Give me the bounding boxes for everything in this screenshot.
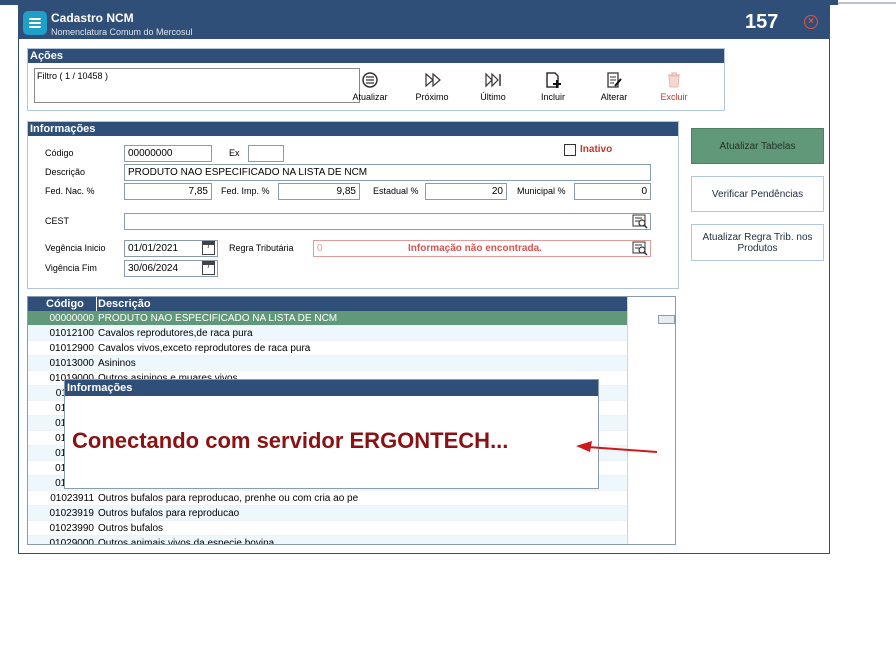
cell-codigo: 01012900 xyxy=(49,343,95,354)
cell-codigo: 01029000 xyxy=(49,538,95,545)
cell-descricao: Cavalos vivos,exceto reprodutores de rac… xyxy=(98,343,311,354)
add-document-icon xyxy=(546,72,561,88)
cell-codigo: 01013000 xyxy=(49,358,95,369)
cell-descricao: Outros bufalos para reproducao xyxy=(98,508,240,519)
regra-tributaria-label: Regra Tributária xyxy=(229,243,294,253)
refresh-icon xyxy=(362,72,378,88)
info-popup: Informações Conectando com servidor ERGO… xyxy=(64,379,599,489)
fed-nac-label: Fed. Nac. % xyxy=(45,186,95,196)
inativo-label: Inativo xyxy=(580,144,613,155)
grid-header: Código Descrição xyxy=(28,297,627,311)
codigo-label: Código xyxy=(45,148,74,158)
app-logo-icon xyxy=(23,11,47,35)
close-icon[interactable]: × xyxy=(804,15,818,29)
excluir-label: Excluir xyxy=(660,92,688,102)
cell-descricao: Outros bufalos xyxy=(98,523,164,534)
cest-label: CEST xyxy=(45,216,70,226)
informacoes-header: Informações xyxy=(28,122,678,136)
window-subtitle: Nomenclatura Comum do Mercosul xyxy=(51,27,193,37)
table-row[interactable]: 01023990 Outros bufalos xyxy=(28,521,627,536)
estadual-field[interactable]: 20 xyxy=(425,183,507,200)
alterar-label: Alterar xyxy=(600,92,628,102)
descricao-label: Descrição xyxy=(45,167,86,177)
cell-descricao: Outros animais vivos da especie bovina xyxy=(98,538,275,545)
proximo-button[interactable]: Próximo xyxy=(406,71,458,102)
fed-nac-field[interactable]: 7,85 xyxy=(124,183,212,200)
cell-codigo: 01023911 xyxy=(50,493,94,504)
estadual-label: Estadual % xyxy=(373,186,419,196)
ultimo-label: Último xyxy=(480,92,506,102)
connecting-message: Conectando com servidor ERGONTECH... xyxy=(72,428,509,453)
ex-label: Ex xyxy=(229,148,240,158)
codigo-field[interactable]: 00000000 xyxy=(124,145,212,162)
last-icon xyxy=(485,72,501,88)
proximo-label: Próximo xyxy=(415,92,449,102)
grid-scrollbar[interactable] xyxy=(627,297,675,544)
inativo-checkbox[interactable] xyxy=(564,144,576,156)
record-counter: 157 xyxy=(745,11,779,33)
cell-descricao: Outros bufalos para reproducao, prenhe o… xyxy=(98,493,359,504)
regra-lookup-icon[interactable] xyxy=(632,241,648,256)
descricao-field[interactable]: PRODUTO NAO ESPECIFICADO NA LISTA DE NCM xyxy=(124,164,651,181)
cell-codigo: 01012100 xyxy=(49,328,95,339)
cell-codigo: 01023990 xyxy=(49,523,95,534)
popup-header: Informações xyxy=(65,380,598,396)
vigencia-inicio-label: Vegência Inicio xyxy=(45,243,106,253)
cest-lookup-icon[interactable] xyxy=(632,214,648,229)
atualizar-button[interactable]: Atualizar xyxy=(344,71,396,102)
calendar-icon[interactable]: 7 xyxy=(202,241,215,255)
regra-codigo: 0 xyxy=(317,243,323,254)
edit-icon xyxy=(607,72,622,88)
table-row[interactable]: 01012100 Cavalos reprodutores,de raca pur… xyxy=(28,326,627,341)
cell-descricao: PRODUTO NAO ESPECIFICADO NA LISTA DE NCM xyxy=(98,313,338,324)
incluir-label: Incluir xyxy=(540,92,565,102)
cell-descricao: Cavalos reprodutores,de raca pura xyxy=(98,328,253,339)
atualizar-tabelas-button[interactable]: Atualizar Tabelas xyxy=(691,128,824,164)
municipal-label: Municipal % xyxy=(517,186,566,196)
regra-tributaria-field[interactable]: 0 Informação não encontrada. xyxy=(313,240,651,257)
window-title: Cadastro NCM xyxy=(51,11,134,25)
ex-field[interactable] xyxy=(248,145,284,162)
alterar-button[interactable]: Alterar xyxy=(588,71,640,102)
table-row[interactable]: 01023911 Outros bufalos para reproducao, … xyxy=(28,491,627,506)
column-descricao[interactable]: Descrição xyxy=(98,297,151,311)
fed-imp-label: Fed. Imp. % xyxy=(221,186,270,196)
column-codigo[interactable]: Código xyxy=(46,297,84,311)
calendar-icon[interactable]: 7 xyxy=(202,261,215,275)
table-row[interactable]: 01012900 Cavalos vivos,exceto reprodutore… xyxy=(28,341,627,356)
cell-codigo: 01023919 xyxy=(49,508,95,519)
informacoes-panel: Informações Código 00000000 Ex Inativo D… xyxy=(27,121,679,289)
title-bar: Cadastro NCM Nomenclatura Comum do Merco… xyxy=(19,6,829,39)
atualizar-regra-button[interactable]: Atualizar Regra Trib. nos Produtos xyxy=(691,224,824,261)
verificar-pendencias-button[interactable]: Verificar Pendências xyxy=(691,176,824,212)
ultimo-button[interactable]: Último xyxy=(467,71,519,102)
municipal-field[interactable]: 0 xyxy=(574,183,651,200)
cell-codigo: 00000000 xyxy=(49,313,95,324)
regra-error-msg: Informação não encontrada. xyxy=(408,243,542,254)
table-row[interactable]: 01023919 Outros bufalos para reproducao xyxy=(28,506,627,521)
table-row[interactable]: 00000000 PRODUTO NAO ESPECIFICADO NA LIST… xyxy=(28,311,627,326)
filter-box[interactable]: Filtro ( 1 / 10458 ) xyxy=(34,68,360,103)
table-row[interactable]: 01013000 Asininos xyxy=(28,356,627,371)
acoes-panel: Ações Filtro ( 1 / 10458 ) Atualizar Pró… xyxy=(27,48,725,111)
acoes-header: Ações xyxy=(28,49,724,63)
trash-icon xyxy=(668,72,680,88)
vigencia-fim-label: Vigência Fim xyxy=(45,263,97,273)
excluir-button[interactable]: Excluir xyxy=(648,71,700,102)
incluir-button[interactable]: Incluir xyxy=(527,71,579,102)
cest-field[interactable] xyxy=(124,213,651,230)
scrollbar-thumb[interactable] xyxy=(658,315,675,324)
cell-descricao: Asininos xyxy=(98,358,136,369)
fed-imp-field[interactable]: 9,85 xyxy=(278,183,360,200)
atualizar-label: Atualizar xyxy=(352,92,388,102)
table-row[interactable]: 01029000 Outros animais vivos da especie … xyxy=(28,536,627,545)
next-icon xyxy=(425,72,441,88)
